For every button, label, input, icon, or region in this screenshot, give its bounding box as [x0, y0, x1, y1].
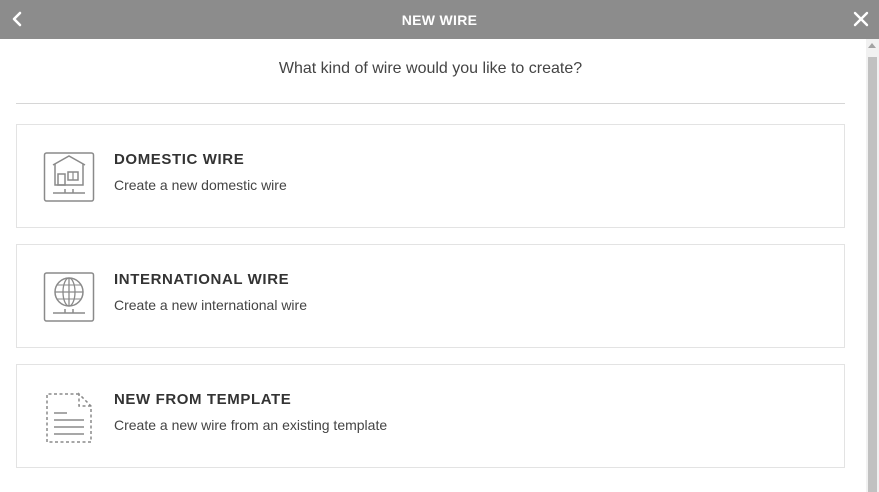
wire-type-question: What kind of wire would you like to crea… — [278, 60, 583, 77]
template-document-icon — [46, 392, 92, 443]
new-from-template-option[interactable]: NEW FROM TEMPLATE Create a new wire from… — [16, 364, 845, 468]
option-description: Create a new wire from an existing templ… — [114, 417, 388, 433]
close-button[interactable] — [851, 9, 871, 29]
scrollbar-thumb[interactable] — [868, 57, 877, 492]
house-document-icon — [43, 152, 95, 202]
international-wire-option[interactable]: INTERNATIONAL WIRE Create a new internat… — [16, 244, 845, 348]
globe-document-icon — [43, 272, 95, 322]
option-description: Create a new domestic wire — [114, 177, 287, 193]
option-description: Create a new international wire — [114, 297, 307, 313]
modal-title: NEW WIRE — [401, 11, 478, 28]
close-icon — [853, 11, 869, 27]
vertical-scrollbar[interactable] — [866, 39, 879, 492]
divider — [16, 103, 845, 104]
chevron-left-icon — [12, 11, 22, 27]
option-title: INTERNATIONAL WIRE — [114, 271, 290, 288]
option-title: NEW FROM TEMPLATE — [114, 391, 292, 408]
back-button[interactable] — [8, 8, 26, 30]
modal-header: NEW WIRE — [0, 0, 879, 39]
domestic-wire-option[interactable]: DOMESTIC WIRE Create a new domestic wire — [16, 124, 845, 228]
option-title: DOMESTIC WIRE — [114, 151, 245, 168]
scroll-up-arrow-icon[interactable] — [868, 43, 876, 48]
